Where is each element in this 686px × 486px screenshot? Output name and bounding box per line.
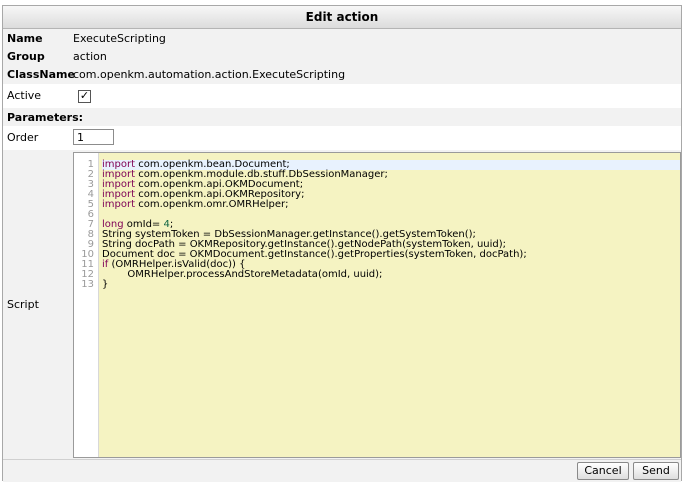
parameters-row: Parameters: bbox=[3, 108, 681, 126]
active-checkbox[interactable]: ✓ bbox=[78, 90, 91, 103]
order-input[interactable] bbox=[73, 129, 114, 145]
code-line: OMRHelper.processAndStoreMetadata(omId, … bbox=[102, 269, 383, 280]
script-label: Script bbox=[7, 298, 39, 311]
edit-action-dialog: Edit action Name ExecuteScripting Group … bbox=[2, 5, 682, 482]
order-label: Order bbox=[7, 131, 39, 144]
script-editor[interactable]: 1 2 3 4 5 6 7 8 9 10 11 12 13 import com.openkm.bean… bbox=[73, 152, 681, 458]
group-row: Group action bbox=[3, 47, 681, 65]
name-label: Name bbox=[7, 32, 43, 45]
dialog-title: Edit action bbox=[3, 6, 681, 29]
order-row: Order bbox=[3, 126, 681, 150]
line-number: 13 bbox=[81, 279, 94, 290]
cancel-button[interactable]: Cancel bbox=[577, 462, 629, 480]
parameters-label: Parameters: bbox=[7, 111, 84, 124]
code-line: } bbox=[102, 279, 109, 290]
dialog-footer: Cancel Send bbox=[3, 459, 681, 482]
classname-value: com.openkm.automation.action.ExecuteScri… bbox=[73, 68, 346, 81]
active-label: Active bbox=[7, 89, 42, 102]
group-label: Group bbox=[7, 50, 45, 63]
send-button[interactable]: Send bbox=[633, 462, 679, 480]
group-value: action bbox=[73, 50, 107, 63]
classname-row: ClassName com.openkm.automation.action.E… bbox=[3, 65, 681, 83]
name-row: Name ExecuteScripting bbox=[3, 29, 681, 47]
line-number-gutter: 1 2 3 4 5 6 7 8 9 10 11 12 13 bbox=[74, 153, 99, 457]
active-row: Active ✓ bbox=[3, 84, 681, 108]
name-value: ExecuteScripting bbox=[73, 32, 166, 45]
classname-label: ClassName bbox=[7, 68, 75, 81]
code-line: import com.openkm.omr.OMRHelper; bbox=[102, 199, 289, 210]
